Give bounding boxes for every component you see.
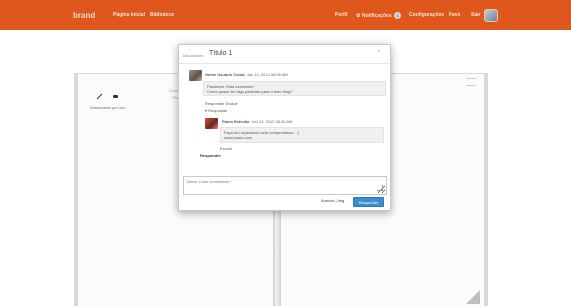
caret-down-icon: ▾: [205, 108, 208, 113]
close-icon[interactable]: ×: [377, 49, 381, 55]
comments-dialog: Discussões Título 1 × Nome Usuário Conta…: [178, 44, 391, 211]
delete-link[interactable]: Excluir: [226, 101, 238, 106]
notifications-icon: ⚙: [356, 12, 361, 19]
reply-author[interactable]: Paulo Estevão Jan 13, 2012 08:30 AM: [222, 119, 293, 124]
nav-link-profile[interactable]: Perfil: [335, 12, 348, 18]
nav-link-favs[interactable]: Favs: [449, 12, 460, 18]
nav-link-notifications[interactable]: ⚙ Notificações 1: [356, 12, 401, 19]
nav-link-home[interactable]: Página Inicial: [113, 12, 145, 18]
reply-bubble: Faça um orçamento sem compromisso. :-) w…: [220, 127, 384, 143]
left-page-caption: Desenvolvido por Livro: [90, 106, 126, 110]
comment-input[interactable]: [183, 176, 387, 195]
nav-link-logout[interactable]: Sair: [471, 12, 480, 18]
main-reply-link[interactable]: Responder: [200, 153, 221, 158]
reply-delete-link[interactable]: Excluir: [220, 146, 232, 151]
user-avatar[interactable]: [484, 9, 498, 22]
notification-badge: 1: [394, 12, 401, 19]
top-navbar: brand Página Inicial Biblioteca Perfil ⚙…: [0, 0, 571, 30]
comment-actions: Responder Excluir: [205, 101, 238, 106]
replies-toggle[interactable]: ▾ Respostas: [205, 108, 227, 113]
reply-date: Jan 13, 2012 08:30 AM: [251, 119, 293, 124]
right-page-marker: [466, 78, 476, 86]
notifications-label: Notificações: [361, 12, 392, 19]
replies-toggle-label: Respostas: [208, 108, 228, 113]
nav-link-library[interactable]: Biblioteca: [150, 12, 174, 18]
brand-logo[interactable]: brand: [73, 11, 95, 20]
resize-handle[interactable]: [377, 185, 383, 191]
comment-author-name[interactable]: Nome Usuário Conta: [205, 72, 245, 77]
pen-icon[interactable]: [96, 93, 103, 100]
dialog-title-prefix: Discussões: [183, 53, 204, 58]
attach-link[interactable]: Anexos: [321, 198, 334, 203]
comment-date: Jan 13, 2012 08:05 AM: [246, 72, 288, 77]
dialog-title: Título 1: [209, 50, 233, 57]
reply-link-url[interactable]: www.paulo.com: [224, 135, 380, 140]
attachments-area: Anexos | Img: [321, 198, 345, 203]
page-corner-curl[interactable]: [466, 290, 480, 304]
comment-author[interactable]: Nome Usuário Conta Jan 13, 2012 08:05 AM: [205, 72, 288, 77]
submit-reply-button[interactable]: Responder: [353, 197, 384, 207]
comment-bubble: Parabéns. Está excelente! Como posso ter…: [203, 81, 386, 96]
comment-avatar: [189, 70, 202, 81]
reply-link[interactable]: Responder: [205, 101, 225, 106]
reply-author-name[interactable]: Paulo Estevão: [222, 119, 249, 124]
dialog-header: Discussões Título 1 ×: [179, 45, 390, 64]
image-link[interactable]: Img: [338, 198, 345, 203]
nav-link-settings[interactable]: Configurações: [409, 12, 444, 18]
comment-text-line: Como posso ter algo parecido para o meu …: [207, 89, 293, 94]
marker-icon[interactable]: [113, 95, 118, 98]
reply-avatar: [205, 118, 218, 129]
